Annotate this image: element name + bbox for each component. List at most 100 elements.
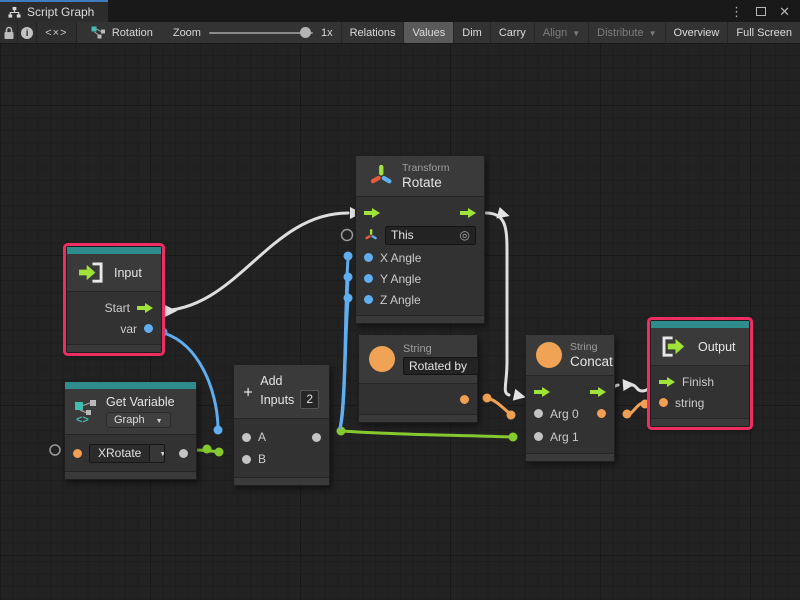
value-port-icon[interactable] xyxy=(534,409,543,418)
window-menu-icon[interactable]: ⋮ xyxy=(730,5,743,18)
node-output[interactable]: Output Finish string xyxy=(650,320,750,427)
zoom-slider[interactable] xyxy=(209,32,313,34)
value-port-icon[interactable] xyxy=(144,324,153,333)
port-row-variable-name[interactable]: XRotate ▼ xyxy=(65,440,196,466)
node-footer xyxy=(526,453,614,461)
port-row-arg0[interactable]: Arg 0 xyxy=(526,402,614,425)
node-string-literal[interactable]: String Rotated by xyxy=(358,334,478,423)
graph-canvas[interactable]: Input Start var xyxy=(0,44,800,600)
value-port-icon[interactable] xyxy=(364,253,373,262)
variable-scope-dropdown[interactable]: Graph ▼ xyxy=(106,412,171,428)
port-row-a[interactable]: A xyxy=(234,426,329,448)
wire-add-to-concat-arg1[interactable] xyxy=(341,431,512,437)
transform-icon xyxy=(368,163,394,190)
select-caret-button[interactable]: ▼ xyxy=(149,445,165,462)
port-row-output[interactable] xyxy=(359,389,477,409)
caret-down-icon: ▼ xyxy=(156,418,163,425)
port-row-flow[interactable] xyxy=(526,381,614,402)
close-icon[interactable]: ✕ xyxy=(779,5,790,18)
graph-title-button[interactable]: Rotation xyxy=(77,22,165,43)
node-footer xyxy=(356,315,484,323)
svg-text:<>: <> xyxy=(76,414,89,425)
unconnected-port-hint xyxy=(50,445,60,455)
value-port-icon[interactable] xyxy=(534,432,543,441)
unity-script-graph-window: Script Graph ⋮ ✕ i <×> xyxy=(0,0,800,600)
object-picker-icon[interactable]: ◎ xyxy=(460,228,470,242)
node-transform-rotate[interactable]: Transform Rotate This xyxy=(355,155,485,324)
dim-button[interactable]: Dim xyxy=(453,22,490,43)
value-port-icon[interactable] xyxy=(597,409,606,418)
flow-in-icon[interactable] xyxy=(364,208,380,218)
flow-port-icon[interactable] xyxy=(137,303,153,313)
string-value-field[interactable]: Rotated by xyxy=(403,357,479,375)
input-count-badge[interactable]: 2 xyxy=(300,390,319,409)
node-footer xyxy=(651,418,749,426)
node-footer xyxy=(65,471,196,479)
node-add-inputs[interactable]: Add Inputs 2 A B xyxy=(233,364,330,486)
input-unit-icon xyxy=(77,261,106,284)
value-port-icon[interactable] xyxy=(364,295,373,304)
node-accent-strip xyxy=(651,321,749,328)
value-port-icon[interactable] xyxy=(73,449,82,458)
value-port-icon[interactable] xyxy=(242,433,251,442)
wire-flow-rotate-to-concat[interactable] xyxy=(486,213,509,395)
port-row-y-angle[interactable]: Y Angle xyxy=(356,268,484,289)
port-row-flow[interactable] xyxy=(356,202,484,223)
value-port-icon[interactable] xyxy=(659,398,668,407)
node-title: Output xyxy=(698,340,736,354)
zoom-value: 1x xyxy=(321,27,333,39)
flow-out-icon[interactable] xyxy=(590,387,606,397)
tab-label: Script Graph xyxy=(27,5,94,19)
caret-down-icon: ▼ xyxy=(649,29,657,38)
value-port-icon[interactable] xyxy=(179,449,188,458)
maximize-icon[interactable] xyxy=(756,7,766,16)
code-preview-button[interactable]: <×> xyxy=(37,22,77,43)
value-port-icon[interactable] xyxy=(242,455,251,464)
node-string-concat[interactable]: String Concat Arg 0 Arg 1 xyxy=(525,334,615,462)
port-row-string[interactable]: string xyxy=(651,392,749,413)
flow-in-icon[interactable] xyxy=(534,387,550,397)
info-button[interactable]: i xyxy=(18,22,36,43)
port-row-start[interactable]: Start xyxy=(67,297,161,318)
variable-name-select[interactable]: XRotate ▼ xyxy=(89,444,165,463)
lock-button[interactable] xyxy=(0,22,18,43)
overview-button[interactable]: Overview xyxy=(665,22,728,43)
wire-flow-input-to-rotate[interactable] xyxy=(158,213,348,311)
node-title: Concat xyxy=(570,354,613,369)
port-row-this[interactable]: This ◎ xyxy=(356,223,484,247)
values-button[interactable]: Values xyxy=(403,22,453,43)
node-input[interactable]: Input Start var xyxy=(66,246,162,353)
relations-button[interactable]: Relations xyxy=(341,22,404,43)
node-title: Input xyxy=(114,266,142,280)
caret-down-icon: ▼ xyxy=(572,29,580,38)
port-row-var[interactable]: var xyxy=(67,318,161,339)
distribute-button[interactable]: Distribute▼ xyxy=(588,22,664,43)
flow-out-icon[interactable] xyxy=(460,208,476,218)
unconnected-port-hint xyxy=(342,230,353,241)
node-title: Get Variable xyxy=(106,395,175,409)
value-port-icon[interactable] xyxy=(312,433,321,442)
node-title-line2: Inputs xyxy=(260,393,294,407)
this-object-field[interactable]: This ◎ xyxy=(385,226,476,245)
fullscreen-button[interactable]: Full Screen xyxy=(727,22,800,43)
port-row-finish[interactable]: Finish xyxy=(651,371,749,392)
port-row-x-angle[interactable]: X Angle xyxy=(356,247,484,268)
value-port-icon[interactable] xyxy=(460,395,469,404)
port-row-b[interactable]: B xyxy=(234,448,329,470)
node-accent-strip xyxy=(67,247,161,254)
zoom-slider-handle[interactable] xyxy=(300,27,311,38)
node-get-variable[interactable]: <> Get Variable Graph ▼ XRotate ▼ xyxy=(64,381,197,480)
flow-port-icon[interactable] xyxy=(659,377,675,387)
carry-button[interactable]: Carry xyxy=(490,22,534,43)
value-port-icon[interactable] xyxy=(364,274,373,283)
window-controls: ⋮ ✕ xyxy=(730,0,800,22)
toolbar-buttons: Relations Values Dim Carry Align▼ Distri… xyxy=(341,22,800,43)
port-row-arg1[interactable]: Arg 1 xyxy=(526,425,614,448)
port-row-z-angle[interactable]: Z Angle xyxy=(356,289,484,310)
lock-icon xyxy=(3,26,15,40)
tab-script-graph[interactable]: Script Graph xyxy=(0,0,108,22)
output-unit-icon xyxy=(661,335,690,358)
node-category: Transform xyxy=(402,162,449,174)
align-button[interactable]: Align▼ xyxy=(534,22,588,43)
wire-add-to-z-angle[interactable] xyxy=(340,301,348,428)
